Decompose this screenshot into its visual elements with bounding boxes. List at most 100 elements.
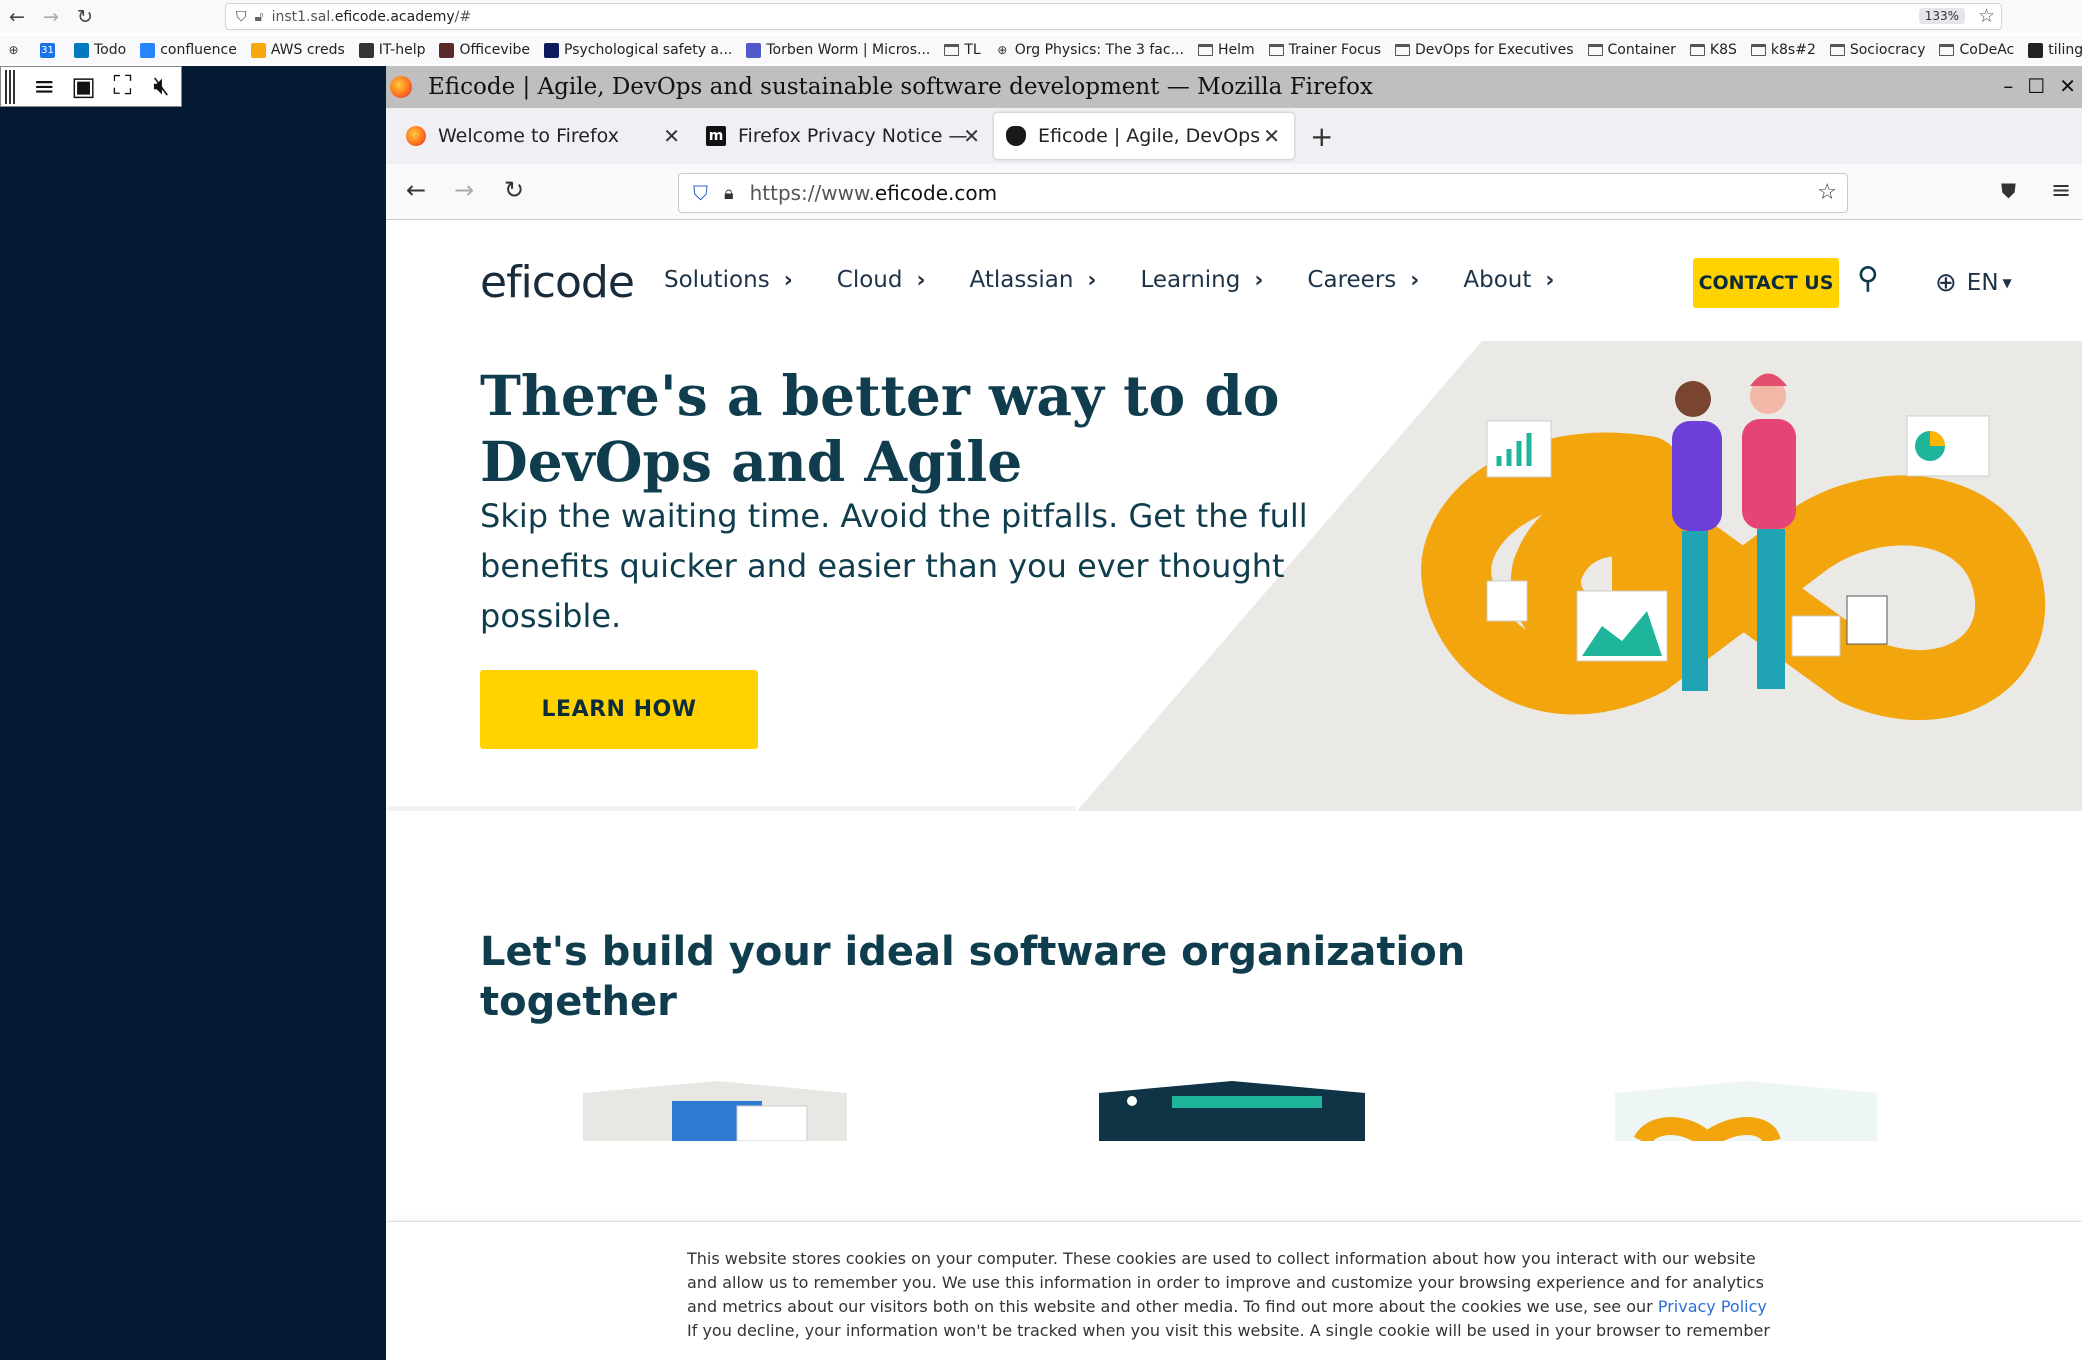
bookmark-item[interactable]: Officevibe [439, 42, 530, 58]
bookmark-icon [544, 42, 560, 58]
menu-item-atlassian[interactable]: Atlassian › [970, 267, 1097, 293]
teams-icon [746, 42, 762, 58]
address-bar[interactable]: ⛉ 🔒︎ https://www. eficode.com ☆ [678, 173, 1848, 213]
bookmark-label: Org Physics: The 3 fac... [1014, 42, 1184, 58]
chevron-right-icon: › [1410, 267, 1420, 293]
bookmark-label: IT-help [378, 42, 426, 58]
forward-icon[interactable]: → [34, 6, 68, 28]
bookmark-star-icon[interactable]: ☆ [1817, 180, 1837, 205]
contact-us-button[interactable]: CONTACT US [1693, 258, 1839, 308]
bookmark-item[interactable]: Todo [74, 42, 126, 58]
host-url-suffix: /# [454, 8, 472, 25]
bookmark-item[interactable]: tiling for gnome [2028, 42, 2082, 58]
bookmark-item[interactable]: Container [1587, 42, 1676, 58]
back-icon[interactable]: ← [0, 6, 34, 28]
close-window-icon[interactable]: ✕ [2059, 74, 2076, 98]
tracking-shield-icon[interactable]: ⛉ [693, 181, 708, 205]
person-legs [1757, 529, 1785, 689]
new-tab-icon[interactable]: + [1310, 120, 1333, 153]
menu-label: Solutions [664, 267, 770, 293]
bookmark-label: K8S [1709, 42, 1737, 58]
cookie-banner: This website stores cookies on your comp… [387, 1221, 2082, 1360]
window-title-bar: Eficode | Agile, DevOps and sustainable … [386, 66, 2082, 108]
reload-icon[interactable]: ↻ [504, 176, 524, 204]
image-icon[interactable]: ▣ [64, 70, 103, 104]
officevibe-icon [439, 42, 455, 58]
app-menu-icon[interactable]: ≡ [2051, 176, 2071, 204]
bookmark-label: Torben Worm | Micros... [766, 42, 931, 58]
menu-icon[interactable]: ≡ [25, 70, 64, 104]
back-icon[interactable]: ← [406, 176, 426, 204]
pocket-icon[interactable]: ⛊ [2001, 179, 2016, 203]
privacy-policy-link[interactable]: Privacy Policy [1658, 1297, 1767, 1316]
bookmark-item[interactable]: Trainer Focus [1268, 42, 1381, 58]
folder-icon [1939, 44, 1955, 56]
tab-eficode[interactable]: Eficode | Agile, DevOps a ✕ [994, 113, 1294, 159]
bookmark-item[interactable]: AWS creds [250, 42, 345, 58]
folder-icon [944, 44, 960, 56]
chevron-right-icon: › [783, 267, 793, 293]
menu-item-solutions[interactable]: Solutions › [664, 267, 793, 293]
bookmark-item[interactable]: Torben Worm | Micros... [746, 42, 930, 58]
panel-graphic [1172, 1096, 1322, 1108]
bookmark-item[interactable]: Helm [1197, 42, 1255, 58]
close-tab-icon[interactable]: ✕ [663, 124, 680, 148]
maximize-icon[interactable]: ☐ [2027, 74, 2045, 98]
host-url-bar[interactable]: ⛉ 🔓︎ inst1.sal. eficode.academy/# 133% ☆ [225, 3, 2002, 30]
lock-icon[interactable]: 🔒︎ [724, 183, 734, 204]
bookmark-item[interactable]: DevOps for Executives [1395, 42, 1574, 58]
cookie-text-1: This website stores cookies on your comp… [687, 1247, 1787, 1319]
close-tab-icon[interactable]: ✕ [1263, 124, 1280, 148]
bookmark-label: Container [1607, 42, 1676, 58]
bookmark-item[interactable]: Sociocracy [1829, 42, 1925, 58]
cookie-text-2: If you decline, your information won't b… [687, 1321, 1770, 1340]
bookmark-item[interactable]: k8s#2 [1750, 42, 1816, 58]
bookmark-item[interactable]: IT-help [358, 42, 426, 58]
main-menu: Solutions › Cloud › Atlassian › Learning › C… [664, 267, 1598, 293]
navigation-bar: ← → ↻ ⛉ 🔒︎ https://www. eficode.com ☆ ⛊ ≡ [386, 164, 2082, 220]
tab-privacy-notice[interactable]: m Firefox Privacy Notice — M ✕ [694, 113, 994, 159]
chevron-right-icon: › [1087, 267, 1097, 293]
bookmark-label: DevOps for Executives [1415, 42, 1574, 58]
forward-icon[interactable]: → [454, 176, 474, 204]
feature-cards-illustration [583, 1081, 1877, 1141]
bookmark-item[interactable]: CoDeAc [1939, 42, 2014, 58]
mozilla-tab-icon: m [706, 126, 726, 146]
zoom-badge[interactable]: 133% [1918, 8, 1965, 24]
drag-handle[interactable] [5, 69, 15, 104]
bookmark-item[interactable]: confluence [140, 42, 237, 58]
learn-how-button[interactable]: LEARN HOW [480, 670, 758, 749]
minimize-icon[interactable]: – [2003, 74, 2013, 98]
shield-icon: ⛉ [236, 8, 247, 25]
person-legs [1682, 531, 1708, 691]
eficode-logo[interactable]: eficode [480, 257, 635, 308]
reload-icon[interactable]: ↻ [68, 6, 102, 28]
language-selector[interactable]: ⊕ EN ▼ [1935, 268, 2012, 298]
bookmark-item[interactable]: K8S [1689, 42, 1737, 58]
calendar-icon[interactable]: 31 [40, 42, 60, 58]
menu-item-careers[interactable]: Careers › [1307, 267, 1419, 293]
menu-label: Careers [1307, 267, 1397, 293]
chevron-right-icon: › [1545, 267, 1555, 293]
host-navbar: ← → ↻ ⛉ 🔓︎ inst1.sal. eficode.academy/# 1… [0, 0, 2082, 33]
window-toolbar: ≡ ▣ ⛶ 🔇︎ [0, 66, 182, 107]
bookmark-item[interactable]: ⊕ Org Physics: The 3 fac... [995, 42, 1184, 58]
bookmark-item[interactable]: TL [944, 42, 981, 58]
bookmark-label: k8s#2 [1770, 42, 1816, 58]
close-tab-icon[interactable]: ✕ [963, 124, 980, 148]
search-icon[interactable]: ⚲ [1857, 261, 1879, 296]
bookmark-item[interactable]: Psychological safety a... [544, 42, 732, 58]
window-title: Eficode | Agile, DevOps and sustainable … [428, 74, 1373, 100]
fullscreen-icon[interactable]: ⛶ [103, 70, 142, 104]
menu-item-about[interactable]: About › [1463, 267, 1554, 293]
menu-item-learning[interactable]: Learning › [1140, 267, 1263, 293]
avatar-graphic [1127, 1096, 1137, 1106]
mute-icon[interactable]: 🔇︎ [142, 70, 181, 104]
firefox-icon [390, 76, 412, 98]
folder-icon [1689, 44, 1705, 56]
caret-down-icon: ▼ [2002, 276, 2012, 290]
bookmarks-globe-icon[interactable]: ⊕ [6, 43, 26, 58]
menu-item-cloud[interactable]: Cloud › [837, 267, 926, 293]
bookmark-star-icon[interactable]: ☆ [1978, 5, 1995, 27]
tab-welcome[interactable]: Welcome to Firefox ✕ [394, 113, 694, 159]
